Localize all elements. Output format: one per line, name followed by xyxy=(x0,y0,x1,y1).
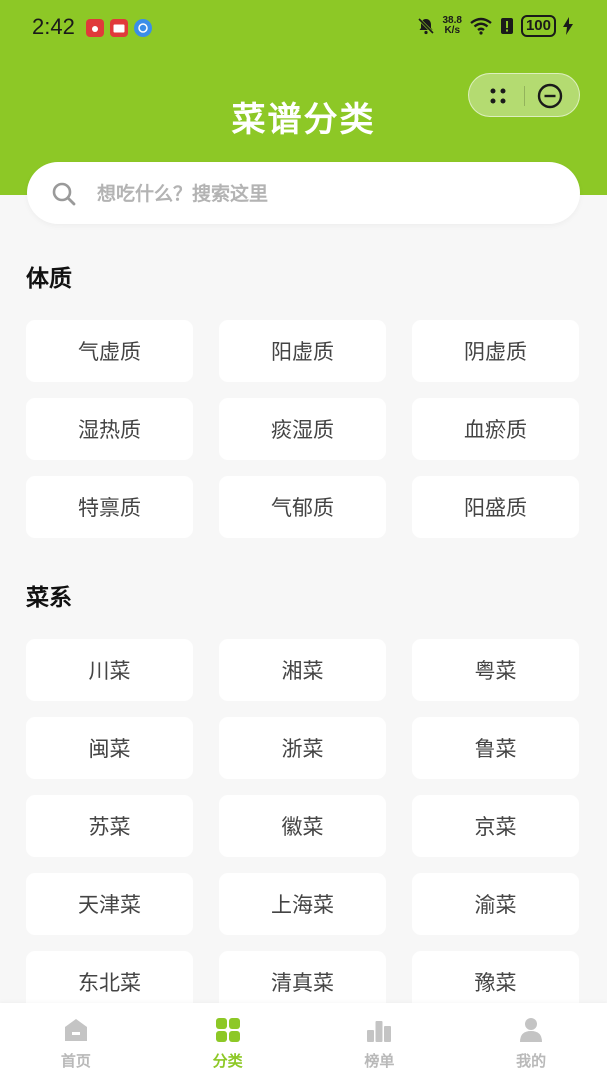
category-tag[interactable]: 阴虚质 xyxy=(412,320,579,382)
tab-label: 榜单 xyxy=(364,1052,395,1070)
tab-ranking[interactable]: 榜单 xyxy=(304,1003,456,1080)
status-right: 38.8 K/s 100 xyxy=(416,15,573,37)
category-tag[interactable]: 气郁质 xyxy=(219,476,386,538)
category-tag[interactable]: 粤菜 xyxy=(412,639,579,701)
section-title-cuisine: 菜系 xyxy=(26,585,72,611)
search-bar[interactable] xyxy=(27,162,580,226)
category-tag[interactable]: 湿热质 xyxy=(26,398,193,460)
capsule-divider xyxy=(524,86,525,106)
category-tag[interactable]: 鲁菜 xyxy=(412,717,579,779)
category-tag[interactable]: 苏菜 xyxy=(26,795,193,857)
tab-label: 我的 xyxy=(516,1052,547,1070)
more-dots-icon[interactable] xyxy=(487,85,509,107)
alert-sim-icon xyxy=(500,18,513,34)
tab-profile[interactable]: 我的 xyxy=(455,1003,607,1080)
category-tag[interactable]: 渝菜 xyxy=(412,873,579,935)
category-tag[interactable]: 上海菜 xyxy=(219,873,386,935)
bottom-tab-bar: 首页 分类 榜单 我的 xyxy=(0,1003,607,1080)
category-tag[interactable]: 特禀质 xyxy=(26,476,193,538)
category-tag[interactable]: 徽菜 xyxy=(219,795,386,857)
notification-icons xyxy=(86,19,152,37)
battery-indicator: 100 xyxy=(520,15,556,37)
tab-home[interactable]: 首页 xyxy=(0,1003,152,1080)
net-speed-unit: K/s xyxy=(444,25,461,36)
home-icon xyxy=(64,1019,87,1041)
category-tag[interactable]: 阳盛质 xyxy=(412,476,579,538)
constitution-grid: 气虚质 阳虚质 阴虚质 湿热质 痰湿质 血瘀质 特禀质 气郁质 阳盛质 xyxy=(26,320,580,538)
tab-label: 分类 xyxy=(212,1052,243,1070)
search-icon xyxy=(52,182,76,206)
mute-bell-icon xyxy=(417,17,434,35)
category-tag[interactable]: 浙菜 xyxy=(219,717,386,779)
category-tag[interactable]: 湘菜 xyxy=(219,639,386,701)
status-time: 2:42 xyxy=(32,14,75,39)
huawei-app-icon xyxy=(86,19,104,37)
charging-icon xyxy=(563,17,573,35)
profile-icon xyxy=(520,1018,543,1042)
close-circle-icon[interactable] xyxy=(537,83,563,109)
section-title-constitution: 体质 xyxy=(26,266,72,292)
cuisine-grid: 川菜 湘菜 粤菜 闽菜 浙菜 鲁菜 苏菜 徽菜 京菜 天津菜 上海菜 渝菜 东北… xyxy=(26,639,580,1013)
category-tag[interactable]: 闽菜 xyxy=(26,717,193,779)
category-tag[interactable]: 气虚质 xyxy=(26,320,193,382)
mail-app-icon xyxy=(110,19,128,37)
category-tag[interactable]: 阳虚质 xyxy=(219,320,386,382)
ranking-icon xyxy=(367,1021,392,1042)
wifi-icon xyxy=(470,17,492,35)
category-tag[interactable]: 天津菜 xyxy=(26,873,193,935)
category-tag[interactable]: 血瘀质 xyxy=(412,398,579,460)
net-speed: 38.8 K/s xyxy=(443,16,462,36)
status-bar: 2:42 38.8 K/s 100 xyxy=(0,0,607,58)
category-icon xyxy=(215,1018,240,1042)
tab-category[interactable]: 分类 xyxy=(152,1003,304,1080)
browser-app-icon xyxy=(134,19,152,37)
search-input[interactable] xyxy=(95,162,559,226)
category-tag[interactable]: 川菜 xyxy=(26,639,193,701)
tab-label: 首页 xyxy=(60,1052,91,1070)
miniprogram-capsule xyxy=(468,73,580,117)
category-tag[interactable]: 京菜 xyxy=(412,795,579,857)
category-tag[interactable]: 痰湿质 xyxy=(219,398,386,460)
